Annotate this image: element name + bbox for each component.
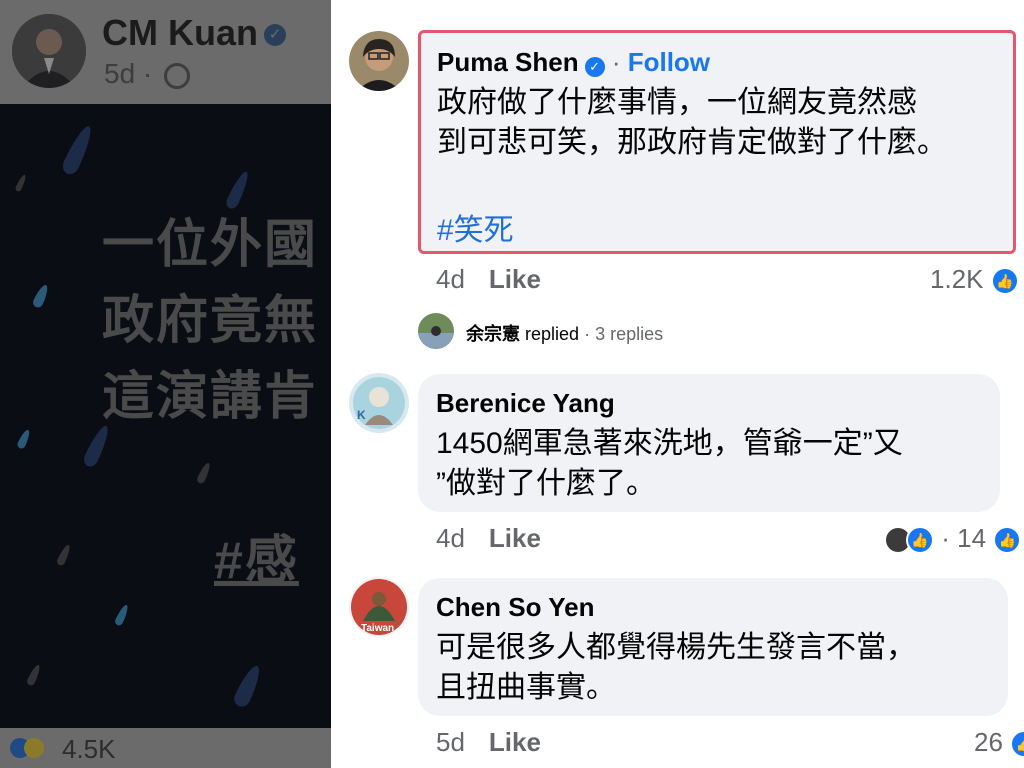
raindrop-decoration bbox=[113, 603, 131, 627]
reaction-count-text: 14 bbox=[957, 523, 987, 553]
raindrop-decoration bbox=[31, 283, 51, 309]
replier-avatar[interactable] bbox=[418, 313, 454, 349]
post-author-name-text[interactable]: CM Kuan bbox=[102, 12, 258, 53]
raindrop-decoration bbox=[231, 662, 265, 710]
image-hashtag: #感 bbox=[214, 532, 299, 590]
post-image[interactable]: 一位外國 政府竟無 這演講肯 #感 bbox=[0, 104, 331, 728]
post-author-name[interactable]: CM Kuan ✓ bbox=[102, 12, 286, 54]
globe-icon bbox=[164, 62, 191, 89]
image-text-line: 這演講肯 bbox=[102, 368, 319, 426]
raindrop-decoration bbox=[59, 123, 97, 177]
image-text-line: 一位外國 bbox=[102, 216, 319, 274]
raindrop-decoration bbox=[25, 663, 43, 687]
comment-line: 政府做了什麼事情，一位網友竟然感 bbox=[437, 86, 917, 119]
comment-line: ”做對了什麼了。 bbox=[436, 467, 656, 500]
commenter-avatar[interactable]: Taiwan bbox=[349, 577, 409, 637]
comment-body: 1450網軍急著來洗地，管爺一定”又 ”做對了什麼了。 bbox=[436, 424, 903, 504]
raindrop-decoration bbox=[81, 423, 113, 469]
raindrop-decoration bbox=[195, 461, 213, 485]
post-header: CM Kuan ✓ 5d · bbox=[0, 0, 331, 104]
highlighted-comment-box: Puma Shen ✓ · Follow 政府做了什麼事情，一位網友竟然感 到可悲… bbox=[418, 30, 1016, 254]
comment-author-name[interactable]: Chen So Yen bbox=[436, 592, 594, 623]
reply-count: 3 replies bbox=[595, 324, 664, 344]
follow-button[interactable]: Follow bbox=[628, 47, 710, 77]
comment-time[interactable]: 5d bbox=[436, 727, 465, 757]
commenter-avatar[interactable] bbox=[349, 31, 409, 91]
comment-author-name[interactable]: Puma Shen bbox=[437, 47, 579, 77]
like-button[interactable]: Like bbox=[489, 264, 541, 294]
comment-reaction-count[interactable]: 26 👍 bbox=[974, 727, 1024, 759]
raindrop-decoration bbox=[55, 543, 73, 567]
comment-line: 且扭曲事實。 bbox=[436, 671, 616, 704]
like-button[interactable]: Like bbox=[489, 523, 541, 553]
comment-bubble: Chen So Yen 可是很多人都覺得楊先生發言不當， 且扭曲事實。 bbox=[418, 578, 1008, 716]
comment-reaction-summary[interactable]: 👍 · 14 👍 bbox=[886, 523, 1022, 555]
reaction-count-text: 26 bbox=[974, 727, 1003, 757]
comment-time[interactable]: 4d bbox=[436, 523, 465, 553]
comment-line: 到可悲可笑，那政府肯定做對了什麼。 bbox=[437, 126, 947, 159]
post-author-avatar[interactable] bbox=[12, 14, 86, 88]
post-time[interactable]: 5d bbox=[104, 58, 135, 89]
comment-actions: 4d Like bbox=[436, 264, 541, 295]
svg-text:Taiwan: Taiwan bbox=[361, 623, 394, 634]
comment-line: 可是很多人都覺得楊先生發言不當， bbox=[436, 631, 916, 664]
verified-badge-icon: ✓ bbox=[264, 24, 286, 47]
comment-body: 可是很多人都覺得楊先生發言不當， 且扭曲事實。 bbox=[436, 628, 916, 708]
comment-reaction-count[interactable]: 1.2K 👍 bbox=[930, 264, 1019, 296]
replier-name: 余宗憲 bbox=[466, 324, 520, 344]
comment-actions: 4d Like bbox=[436, 523, 541, 554]
comment-bubble: Berenice Yang 1450網軍急著來洗地，管爺一定”又 ”做對了什麼了… bbox=[418, 374, 1000, 512]
verified-badge-icon: ✓ bbox=[584, 56, 605, 77]
reaction-count-text: 1.2K bbox=[930, 264, 984, 294]
comment-author-name[interactable]: Berenice Yang bbox=[436, 388, 615, 419]
separator-dot: · bbox=[579, 324, 596, 344]
svg-text:K: K bbox=[357, 408, 366, 422]
commenter-avatar[interactable]: K bbox=[349, 373, 409, 433]
haha-reaction-icon bbox=[24, 738, 44, 758]
raindrop-decoration bbox=[14, 173, 28, 193]
post-reaction-count: 4.5K bbox=[62, 734, 116, 764]
separator-dot: · bbox=[604, 47, 628, 77]
like-reaction-icon: 👍 bbox=[990, 267, 1019, 296]
like-reaction-icon: 👍 bbox=[993, 526, 1022, 555]
image-text-line: 政府竟無 bbox=[102, 292, 319, 350]
original-post-panel: CM Kuan ✓ 5d · 一位外國 政府竟無 這演講肯 #感 4.5K bbox=[0, 0, 331, 768]
post-reactions-bar[interactable]: 4.5K bbox=[0, 728, 331, 768]
comment-hashtag-link[interactable]: #笑死 bbox=[437, 205, 514, 249]
reply-summary[interactable]: 余宗憲 replied · 3 replies bbox=[466, 320, 663, 346]
comment-line: 1450網軍急著來洗地，管爺一定”又 bbox=[436, 427, 903, 460]
like-reaction-icon: 👍 bbox=[906, 526, 934, 555]
comment-actions: 5d Like bbox=[436, 727, 541, 758]
reaction-icons bbox=[10, 738, 50, 760]
reply-action: replied bbox=[525, 324, 580, 344]
comment-time[interactable]: 4d bbox=[436, 264, 465, 294]
raindrop-decoration bbox=[16, 428, 32, 450]
comment-body: 政府做了什麼事情，一位網友竟然感 到可悲可笑，那政府肯定做對了什麼。 bbox=[437, 83, 947, 163]
like-reaction-icon: 👍 bbox=[1010, 730, 1024, 759]
comment-author-row: Puma Shen ✓ · Follow bbox=[437, 47, 710, 78]
post-meta: 5d · bbox=[104, 58, 191, 90]
like-button[interactable]: Like bbox=[489, 727, 541, 757]
